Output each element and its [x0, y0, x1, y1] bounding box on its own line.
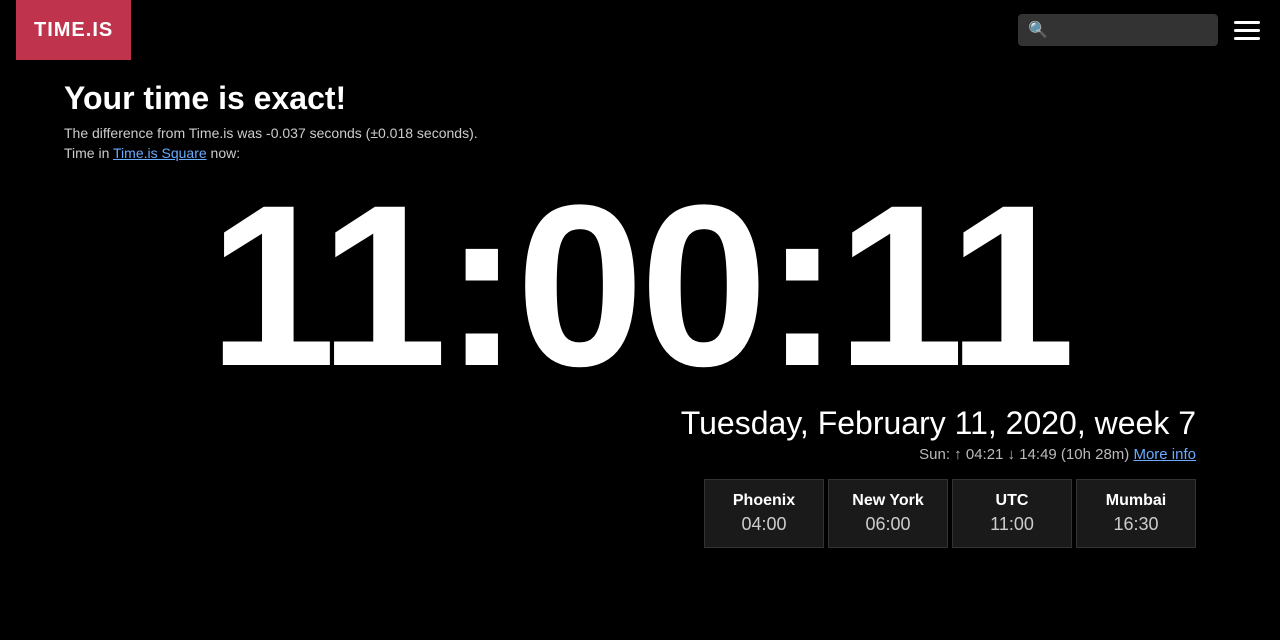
timezone-name: Phoenix — [725, 492, 803, 510]
hamburger-line-1 — [1234, 21, 1260, 24]
search-icon: 🔍 — [1028, 20, 1048, 40]
location-prefix: Time in — [64, 145, 113, 161]
timezone-box[interactable]: Mumbai 16:30 — [1076, 479, 1196, 548]
header-right: 🔍 — [1018, 14, 1264, 46]
timezone-name: Mumbai — [1097, 492, 1175, 510]
timezone-row: Phoenix 04:00 New York 06:00 UTC 11:00 Mumbai 1… — [64, 479, 1216, 548]
main-content: Your time is exact! The difference from … — [0, 60, 1280, 548]
timezone-box[interactable]: New York 06:00 — [828, 479, 948, 548]
location-link[interactable]: Time.is Square — [113, 145, 207, 161]
diff-text: The difference from Time.is was -0.037 s… — [64, 125, 1216, 141]
clock-display: 11:00:11 — [64, 171, 1216, 401]
timezone-time: 06:00 — [849, 514, 927, 535]
timezone-time: 04:00 — [725, 514, 803, 535]
search-box[interactable]: 🔍 — [1018, 14, 1218, 46]
timezone-name: UTC — [973, 492, 1051, 510]
search-input[interactable] — [1054, 22, 1208, 38]
hamburger-line-2 — [1234, 29, 1260, 32]
clock-digits: 11:00:11 — [208, 171, 1071, 401]
timezone-time: 16:30 — [1097, 514, 1175, 535]
timezone-box[interactable]: UTC 11:00 — [952, 479, 1072, 548]
timezone-name: New York — [849, 492, 927, 510]
timezone-box[interactable]: Phoenix 04:00 — [704, 479, 824, 548]
exact-heading: Your time is exact! — [64, 80, 1216, 117]
timezone-time: 11:00 — [973, 514, 1051, 535]
more-info-link[interactable]: More info — [1133, 446, 1196, 463]
logo-text: TIME.IS — [34, 19, 113, 42]
sun-line: Sun: ↑ 04:21 ↓ 14:49 (10h 28m) More info — [64, 446, 1216, 463]
header: TIME.IS 🔍 — [0, 0, 1280, 60]
hamburger-menu-button[interactable] — [1230, 17, 1264, 44]
sun-text: Sun: ↑ 04:21 ↓ 14:49 (10h 28m) — [919, 446, 1133, 463]
logo[interactable]: TIME.IS — [16, 0, 131, 60]
hamburger-line-3 — [1234, 37, 1260, 40]
